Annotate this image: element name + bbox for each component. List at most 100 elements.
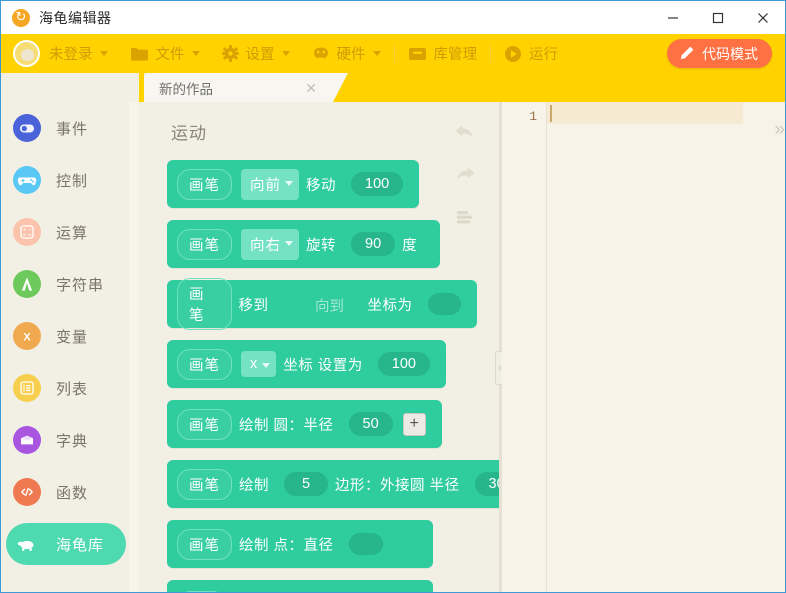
block-text: 绘制 点：直径 bbox=[239, 537, 334, 554]
close-icon[interactable] bbox=[740, 1, 785, 34]
block-number-input[interactable]: 100 bbox=[377, 352, 430, 376]
double-chevron-right-icon[interactable]: » bbox=[774, 119, 784, 141]
menu-item-hardware-label: 硬件 bbox=[336, 47, 366, 63]
sidebar-item-function[interactable]: 函数 bbox=[1, 466, 131, 518]
turtle-logo-icon bbox=[12, 7, 30, 27]
undo-icon[interactable] bbox=[445, 112, 485, 154]
block-object-label[interactable]: 画笔 bbox=[177, 348, 232, 380]
menu-item-file-label: 文件 bbox=[155, 47, 185, 63]
block-number-input[interactable]: 100 bbox=[351, 172, 404, 196]
block-object-label[interactable]: 画笔 bbox=[177, 228, 232, 260]
block-object-label[interactable]: 画笔 bbox=[177, 468, 232, 500]
tab-new-project[interactable]: 新的作品 ✕ bbox=[144, 73, 348, 102]
block-text: 移动 bbox=[306, 177, 336, 194]
sidebar-item-turtle-library[interactable]: 海龟库 bbox=[1, 518, 131, 570]
maximize-icon[interactable] bbox=[695, 1, 740, 34]
block-number-input[interactable]: 90 bbox=[351, 232, 396, 256]
code-mode-button[interactable]: 代码模式 bbox=[667, 39, 772, 68]
menu-item-run-label: 运行 bbox=[529, 47, 558, 63]
svg-text:=: = bbox=[28, 233, 32, 239]
minimize-icon[interactable] bbox=[650, 1, 695, 34]
block-draw-circle[interactable]: 画笔 绘制 圆：半径 50 + bbox=[167, 400, 442, 448]
chevron-down-icon bbox=[372, 51, 381, 56]
block-ghost-text: 向到 bbox=[315, 299, 344, 315]
block-value-slot[interactable] bbox=[348, 533, 383, 555]
block-number-sides[interactable]: 5 bbox=[284, 472, 328, 496]
chip-icon bbox=[312, 46, 330, 62]
code-brackets-icon bbox=[13, 478, 41, 506]
block-dropdown-direction[interactable]: 向右 bbox=[241, 228, 299, 260]
string-icon bbox=[13, 270, 41, 298]
sidebar-item-control[interactable]: 控制 bbox=[1, 154, 131, 206]
code-editor[interactable]: 1 » bbox=[502, 102, 785, 592]
gamepad-icon bbox=[13, 166, 41, 194]
block-add-param-button[interactable]: + bbox=[402, 412, 426, 436]
close-icon[interactable]: ✕ bbox=[305, 81, 317, 95]
sidebar-item-variable[interactable]: X 变量 bbox=[1, 310, 131, 362]
block-draw-polygon[interactable]: 画笔 绘制 5 边形：外接圆 半径 30 bbox=[167, 460, 499, 508]
sidebar-item-operators[interactable]: + − × = 运算 bbox=[1, 206, 131, 258]
title-bar: 海龟编辑器 bbox=[1, 1, 785, 34]
menu-bar: 未登录 文件 设置 硬件 库管理 运行 代码模式 bbox=[1, 34, 785, 73]
sidebar-item-label: 字典 bbox=[56, 432, 89, 450]
window-controls bbox=[650, 1, 785, 34]
block-number-radius[interactable]: 30 bbox=[474, 472, 499, 496]
calculator-icon: + − × = bbox=[13, 218, 41, 246]
chevron-down-icon bbox=[281, 51, 290, 56]
block-object-label[interactable]: 画笔 bbox=[177, 528, 232, 560]
code-mode-label: 代码模式 bbox=[702, 45, 758, 62]
sidebar-item-label: 变量 bbox=[56, 328, 89, 346]
folder-icon bbox=[130, 46, 149, 62]
tab-strip: 新的作品 ✕ bbox=[1, 73, 785, 102]
sidebar-item-string[interactable]: 字符串 bbox=[1, 258, 131, 310]
block-object-label[interactable]: 画笔 bbox=[177, 408, 232, 440]
block-object-label[interactable]: 画笔 bbox=[177, 168, 232, 200]
block-list: 画笔 向前 移动 100 画笔 向右 旋转 90 度 画笔 移到 向到 坐标为 bbox=[167, 160, 499, 592]
sidebar-item-label: 函数 bbox=[56, 484, 89, 502]
block-draw-point[interactable]: 画笔 绘制 点：直径 bbox=[167, 520, 433, 568]
category-sidebar: 事件 控制 + − × = 运算 字符串 X 变量 列表 字典 函数 海龟库 bbox=[1, 102, 131, 592]
menu-item-settings-label: 设置 bbox=[245, 47, 275, 63]
block-palette: 运动 画笔 向前 移动 100 画笔 向右 旋转 90 度 画笔 移到 向到 坐… bbox=[139, 102, 499, 592]
block-text-unit: 度 bbox=[402, 237, 418, 254]
sidebar-item-label: 运算 bbox=[56, 224, 89, 242]
pencil-icon bbox=[678, 45, 695, 62]
block-object-label[interactable]: 画笔 bbox=[177, 278, 232, 330]
block-rotate[interactable]: 画笔 向右 旋转 90 度 bbox=[167, 220, 441, 268]
account-menu[interactable]: 未登录 bbox=[1, 34, 108, 73]
block-text-radius: 边形：外接圆 半径 bbox=[335, 477, 460, 494]
sidebar-item-list[interactable]: 列表 bbox=[1, 362, 131, 414]
block-text: 绘制 圆：半径 bbox=[239, 417, 334, 434]
line-number: 1 bbox=[529, 109, 537, 124]
sidebar-item-events[interactable]: 事件 bbox=[1, 102, 131, 154]
menu-item-file[interactable]: 文件 bbox=[130, 34, 200, 73]
library-icon bbox=[408, 46, 427, 62]
sidebar-scrollbar-track[interactable] bbox=[129, 102, 265, 592]
turtle-icon bbox=[13, 530, 41, 558]
sidebar-item-label: 字符串 bbox=[56, 276, 105, 294]
application-window: 海龟编辑器 未登录 文件 bbox=[0, 0, 786, 593]
block-dropdown-axis[interactable]: x bbox=[241, 351, 277, 377]
menu-item-settings[interactable]: 设置 bbox=[221, 34, 290, 73]
block-move-to-coordinate[interactable]: 画笔 移到 向到 坐标为 bbox=[167, 278, 477, 330]
sidebar-item-label: 海龟库 bbox=[56, 536, 105, 554]
toggle-icon bbox=[13, 114, 41, 142]
sidebar-item-label: 控制 bbox=[56, 172, 89, 190]
play-circle-icon bbox=[504, 45, 522, 63]
block-text: 坐标 设置为 bbox=[283, 357, 363, 374]
block-set-coordinate[interactable]: 画笔 x 坐标 设置为 100 bbox=[167, 340, 446, 388]
block-partial-next[interactable] bbox=[167, 580, 433, 592]
block-object-label[interactable] bbox=[177, 591, 227, 592]
block-number-input[interactable]: 50 bbox=[348, 412, 393, 436]
avatar-icon bbox=[13, 40, 40, 67]
block-move-forward[interactable]: 画笔 向前 移动 100 bbox=[167, 160, 420, 208]
menu-item-hardware[interactable]: 硬件 bbox=[312, 34, 381, 73]
chevron-down-icon bbox=[191, 51, 200, 56]
block-value-slot[interactable] bbox=[427, 293, 461, 315]
variable-x-icon: X bbox=[13, 322, 41, 350]
sidebar-item-dictionary[interactable]: 字典 bbox=[1, 414, 131, 466]
menu-item-library[interactable]: 库管理 bbox=[408, 34, 477, 73]
menu-item-run[interactable]: 运行 bbox=[504, 34, 558, 73]
block-text: 旋转 bbox=[306, 237, 336, 254]
block-dropdown-direction[interactable]: 向前 bbox=[241, 168, 299, 200]
